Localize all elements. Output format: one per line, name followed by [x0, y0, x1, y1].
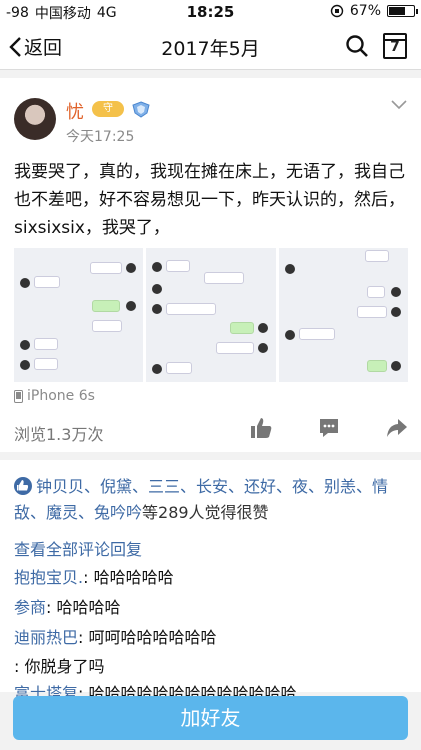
chat-bubble — [34, 276, 60, 288]
chat-avatar — [126, 301, 136, 311]
chat-bubble — [366, 360, 387, 372]
thumbs-up-icon[interactable] — [250, 417, 272, 439]
wing-badge-icon — [132, 101, 150, 118]
chat-bubble — [92, 320, 122, 332]
phone-icon — [14, 389, 23, 403]
image-grid — [14, 248, 408, 382]
chat-avatar — [284, 330, 295, 340]
chat-avatar — [126, 263, 136, 273]
battery-fill — [389, 7, 406, 15]
nav-bar: 返回 2017年5月 7 — [0, 24, 421, 70]
likes-line: 钟贝贝、倪黛、三三、长安、还好、夜、别恙、情敌、魔灵、兔吟吟等289人觉得很赞 — [14, 474, 409, 526]
likes-comments-section: 钟贝贝、倪黛、三三、长安、还好、夜、别恙、情敌、魔灵、兔吟吟等289人觉得很赞 … — [0, 460, 421, 703]
commenter-name[interactable]: 抱抱宝贝. — [14, 568, 83, 587]
comment-item[interactable]: : 你脱身了吗 — [14, 653, 104, 677]
crown-badge-icon: 守 — [92, 101, 124, 117]
comment-text: : 你脱身了吗 — [14, 657, 105, 676]
chat-avatar — [258, 323, 269, 333]
chevron-left-icon — [9, 36, 21, 57]
chat-avatar — [20, 278, 30, 288]
calendar-day: 7 — [390, 39, 400, 55]
device-info: iPhone 6s — [14, 388, 95, 404]
chat-bubble — [366, 286, 385, 298]
chat-bubble — [230, 322, 255, 334]
comment-item[interactable]: 抱抱宝贝.: 哈哈哈哈哈 — [14, 564, 174, 588]
chat-screenshot-image[interactable] — [146, 248, 276, 382]
likes-suffix: 等289人觉得很赞 — [142, 503, 269, 522]
chat-bubble — [34, 358, 58, 370]
like-icon — [14, 477, 32, 495]
post-text: 我要哭了，真的，我现在摊在床上，无语了，我自己也不差吧，好不容易想见一下，昨天认… — [14, 162, 405, 238]
chat-avatar — [284, 264, 295, 274]
comment-item[interactable]: 迪丽热巴: 呵呵哈哈哈哈哈哈 — [14, 624, 217, 648]
chat-bubble — [90, 262, 122, 274]
calendar-icon[interactable]: 7 — [383, 33, 407, 59]
chat-avatar — [152, 364, 163, 374]
comment-item[interactable]: 参商: 哈哈哈哈 — [14, 594, 121, 618]
see-all-comments-link[interactable]: 查看全部评论回复 — [14, 536, 142, 560]
comment-text: : 哈哈哈哈哈 — [83, 568, 174, 587]
commenter-name[interactable]: 迪丽热巴 — [14, 628, 78, 647]
battery-percent: 67% — [349, 3, 381, 19]
view-count: 浏览1.3万次 — [14, 425, 104, 444]
status-right: 67% — [330, 3, 418, 19]
add-friend-button[interactable]: 加好友 — [13, 696, 408, 740]
chat-avatar — [20, 340, 30, 350]
chat-screenshot-image[interactable] — [14, 248, 144, 382]
search-icon[interactable] — [345, 34, 369, 58]
post-time: 今天17:25 — [66, 129, 135, 145]
chat-avatar — [258, 343, 269, 353]
chat-avatar — [390, 307, 401, 317]
chat-avatar — [390, 287, 401, 297]
chat-bubble — [166, 260, 191, 272]
chat-bubble — [166, 303, 217, 315]
chat-screenshot-image[interactable] — [278, 248, 408, 382]
chat-bubble — [166, 362, 193, 374]
share-icon[interactable] — [386, 417, 408, 439]
chat-avatar — [20, 360, 30, 370]
chat-bubble — [216, 342, 255, 354]
comment-text: : 呵呵哈哈哈哈哈哈 — [78, 628, 217, 647]
chat-bubble — [92, 300, 120, 312]
chat-avatar — [152, 284, 163, 294]
back-label: 返回 — [24, 37, 63, 59]
back-button[interactable]: 返回 — [8, 33, 62, 60]
status-bar: -98 中国移动 4G 18:25 67% — [0, 0, 421, 24]
comment-text: : 哈哈哈哈 — [46, 598, 121, 617]
chat-bubble — [204, 272, 245, 284]
chat-bubble — [34, 338, 58, 350]
chat-bubble — [356, 306, 387, 318]
device-name: iPhone 6s — [27, 388, 95, 404]
comment-icon[interactable] — [318, 417, 340, 439]
chat-avatar — [152, 304, 163, 314]
chat-bubble — [298, 328, 335, 340]
avatar[interactable] — [14, 98, 56, 140]
post-card: 忧 守 今天17:25 我要哭了，真的，我现在摊在床上，无语了，我自己也不差吧，… — [0, 78, 421, 452]
chat-avatar — [390, 361, 401, 371]
username[interactable]: 忧 — [66, 98, 84, 124]
chat-avatar — [152, 262, 163, 272]
chat-bubble — [364, 250, 389, 262]
badge-text: 守 — [103, 103, 113, 114]
orientation-lock-icon — [330, 4, 344, 18]
chevron-down-icon[interactable] — [391, 100, 407, 110]
battery-icon — [387, 5, 418, 17]
commenter-name[interactable]: 参商 — [14, 598, 46, 617]
